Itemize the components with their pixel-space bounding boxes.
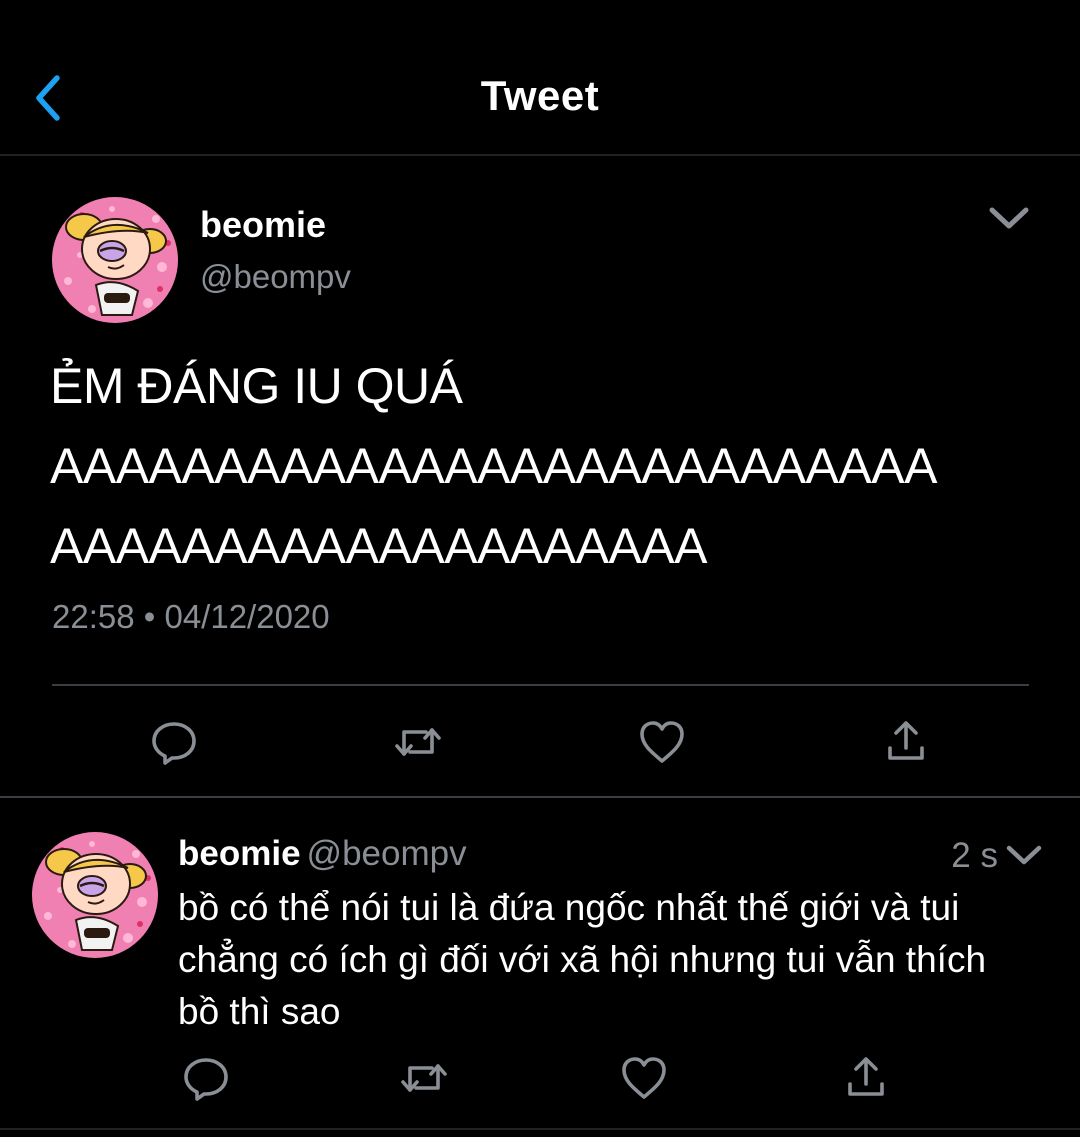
retweet-button[interactable] <box>392 716 444 768</box>
reply-button[interactable] <box>148 716 200 768</box>
share-icon <box>888 721 924 760</box>
tweet-menu-button[interactable] <box>1004 840 1044 872</box>
chevron-down-icon <box>1006 845 1042 865</box>
avatar[interactable] <box>52 197 178 323</box>
chevron-down-icon <box>989 207 1029 229</box>
share-icon <box>848 1057 884 1096</box>
author-handle[interactable]: @beompv <box>200 258 351 296</box>
reply-author[interactable]: beomie @beompv <box>178 834 467 874</box>
reply-icon <box>152 722 196 765</box>
reply-icon <box>184 1058 228 1101</box>
like-button[interactable] <box>636 716 688 768</box>
avatar-image <box>32 832 158 958</box>
like-icon <box>622 1057 666 1099</box>
reply-text: bồ có thể nói tui là đứa ngốc nhất thế g… <box>178 887 987 1032</box>
like-icon <box>640 721 684 763</box>
share-button[interactable] <box>880 716 932 768</box>
reply-tweet[interactable]: beomie @beompv 2 s bồ có thể nói tui là đ… <box>0 800 1080 1137</box>
author-handle[interactable]: @beompv <box>307 834 467 873</box>
divider <box>0 1128 1080 1130</box>
tweet-text-line: AAAAAAAAAAAAAAAAAAAA <box>50 518 708 574</box>
tweet-timestamp[interactable]: 22:58 • 04/12/2020 <box>52 598 330 636</box>
author-name[interactable]: beomie <box>200 204 326 246</box>
share-button[interactable] <box>840 1052 892 1104</box>
avatar-image <box>52 197 178 323</box>
reply-time: 2 s <box>951 836 998 875</box>
retweet-icon <box>401 1064 447 1092</box>
tweet-text-line: AAAAAAAAAAAAAAAAAAAAAAAAAAA <box>50 438 937 494</box>
avatar[interactable] <box>32 832 158 958</box>
tweet-text-line: ẺM ĐÁNG IU QUÁ <box>50 358 463 414</box>
top-bar: Tweet <box>0 0 1080 156</box>
like-button[interactable] <box>618 1052 670 1104</box>
tweet-text: ẺM ĐÁNG IU QUÁ AAAAAAAAAAAAAAAAAAAAAAAAA… <box>50 346 1010 586</box>
page-title: Tweet <box>480 72 600 119</box>
tweet-menu-button[interactable] <box>986 200 1032 236</box>
reply-button[interactable] <box>180 1052 232 1104</box>
author-name[interactable]: beomie <box>178 834 301 873</box>
divider <box>52 684 1029 686</box>
retweet-icon <box>395 728 441 756</box>
main-tweet: beomie @beompv ẺM ĐÁNG IU QUÁ AAAAAAAAAA… <box>0 158 1080 798</box>
retweet-button[interactable] <box>398 1052 450 1104</box>
